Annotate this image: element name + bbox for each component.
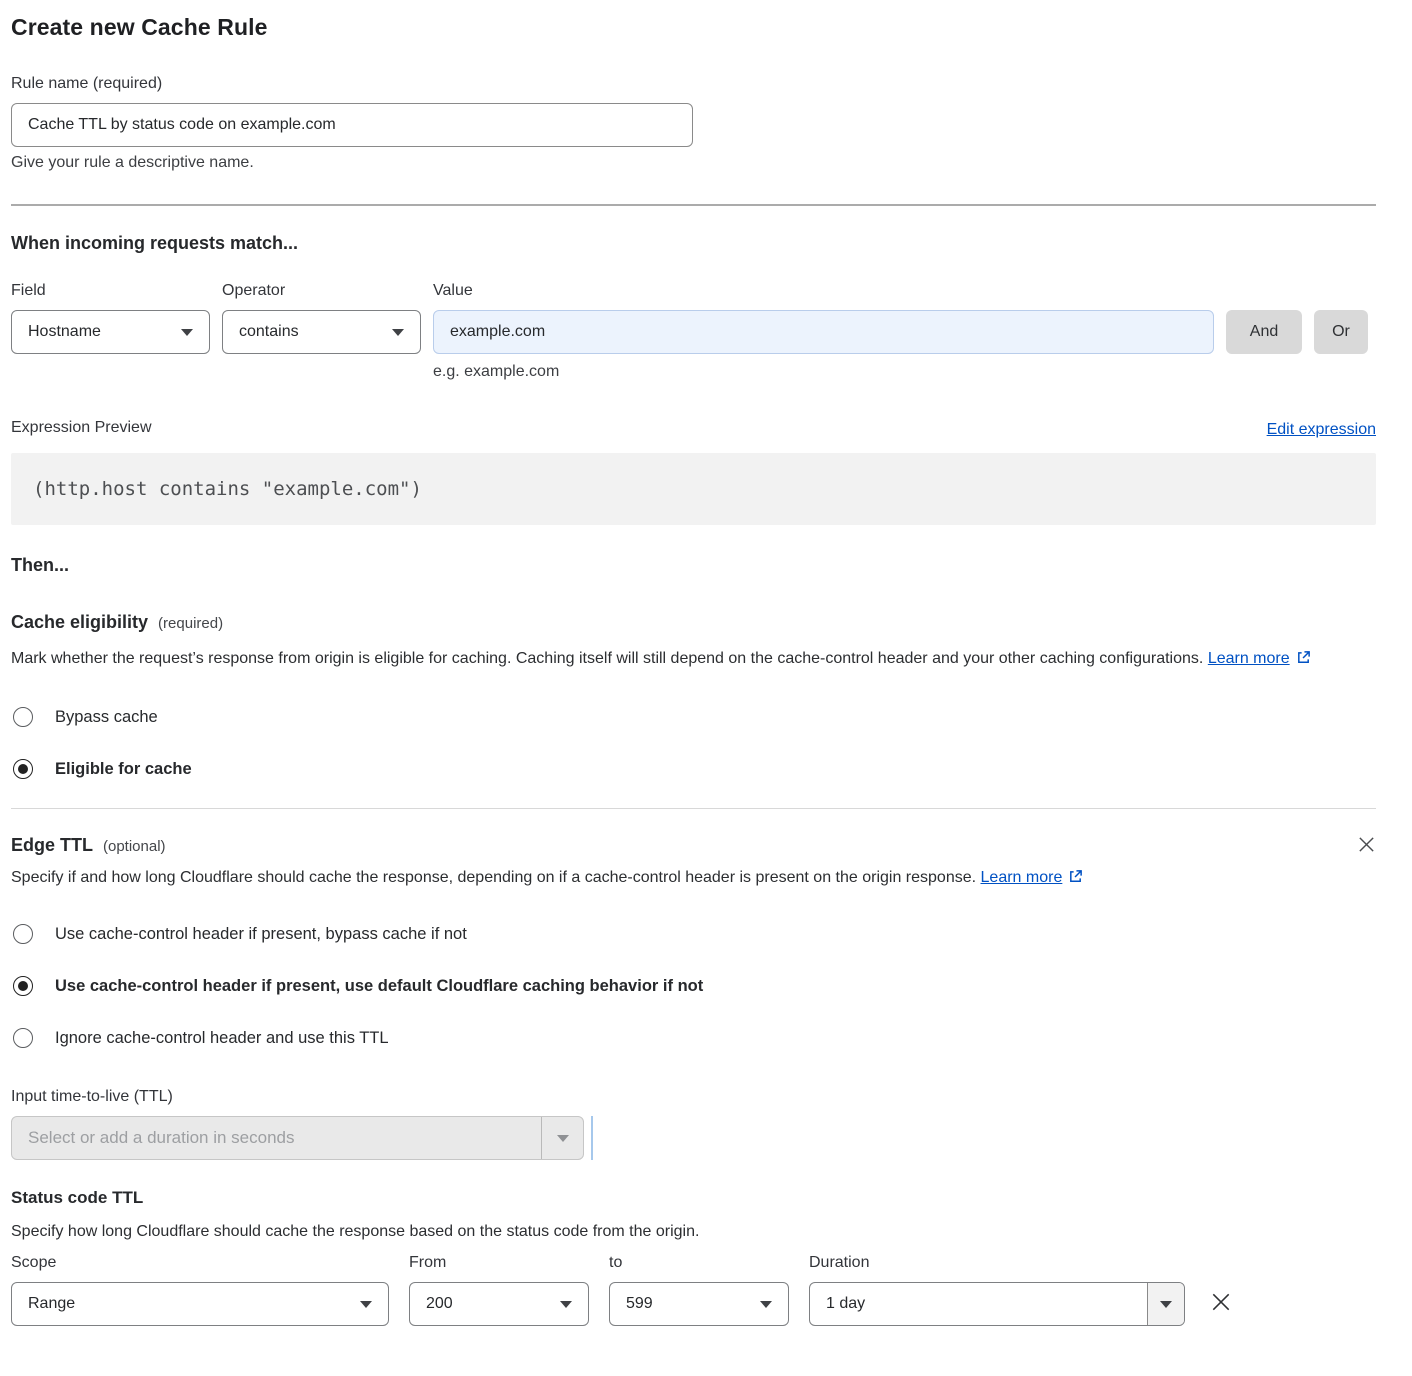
- from-select[interactable]: 200: [409, 1282, 589, 1326]
- field-select-value: Hostname: [28, 323, 101, 341]
- edge-ttl-option-bypass[interactable]: Use cache-control header if present, byp…: [11, 922, 1376, 946]
- external-link-icon: [1068, 866, 1083, 894]
- field-label: Field: [11, 280, 210, 302]
- edge-ttl-option-ignore[interactable]: Ignore cache-control header and use this…: [11, 1026, 1376, 1050]
- to-column: to 599: [609, 1252, 789, 1326]
- to-select-value: 599: [626, 1295, 653, 1313]
- expression-code: (http.host contains "example.com"): [33, 478, 422, 500]
- edge-ttl-optional-badge: (optional): [103, 838, 166, 855]
- radio-unchecked-icon[interactable]: [13, 707, 33, 727]
- edge-ttl-description-text: Specify if and how long Cloudflare shoul…: [11, 869, 976, 886]
- cache-eligibility-header: Cache eligibility (required): [11, 612, 1376, 633]
- cache-eligibility-description-text: Mark whether the request’s response from…: [11, 650, 1203, 667]
- value-input[interactable]: [433, 310, 1214, 354]
- ttl-duration-select[interactable]: Select or add a duration in seconds: [11, 1116, 584, 1160]
- and-or-buttons: And Or: [1226, 310, 1368, 354]
- duration-select[interactable]: 1 day: [809, 1282, 1185, 1326]
- edit-expression-link[interactable]: Edit expression: [1267, 421, 1376, 439]
- duration-column: Duration 1 day: [809, 1252, 1185, 1326]
- ttl-input-label: Input time-to-live (TTL): [11, 1086, 1376, 1108]
- match-heading: When incoming requests match...: [11, 233, 1376, 254]
- value-helper: e.g. example.com: [433, 363, 1214, 381]
- section-divider: [11, 808, 1376, 809]
- ttl-input-row: Select or add a duration in seconds: [11, 1108, 1376, 1160]
- scope-column: Scope Range: [11, 1252, 389, 1326]
- section-divider: [11, 204, 1376, 206]
- expression-preview-label: Expression Preview: [11, 417, 152, 439]
- ttl-duration-placeholder: Select or add a duration in seconds: [12, 1117, 541, 1159]
- field-select[interactable]: Hostname: [11, 310, 210, 354]
- field-column: Field Hostname: [11, 280, 210, 354]
- edge-ttl-option-bypass-label: Use cache-control header if present, byp…: [55, 925, 467, 944]
- chevron-down-icon: [392, 329, 404, 336]
- edge-ttl-description: Specify if and how long Cloudflare shoul…: [11, 864, 1119, 894]
- chevron-down-icon: [1147, 1283, 1184, 1325]
- edge-ttl-heading: Edge TTL: [11, 835, 93, 856]
- then-heading: Then...: [11, 555, 1376, 576]
- to-label: to: [609, 1252, 789, 1274]
- external-link-icon: [1296, 647, 1311, 675]
- operator-label: Operator: [222, 280, 421, 302]
- page-title: Create new Cache Rule: [11, 14, 1376, 41]
- cache-eligibility-description: Mark whether the request’s response from…: [11, 645, 1359, 675]
- status-code-ttl-description: Specify how long Cloudflare should cache…: [11, 1218, 1376, 1246]
- from-column: From 200: [409, 1252, 589, 1326]
- from-select-value: 200: [426, 1295, 453, 1313]
- value-label: Value: [433, 280, 1214, 302]
- value-column: Value e.g. example.com: [433, 280, 1214, 381]
- eligible-for-cache-option[interactable]: Eligible for cache: [11, 757, 1376, 781]
- cache-eligibility-heading: Cache eligibility: [11, 612, 148, 633]
- cache-eligibility-learn-more-link[interactable]: Learn more: [1208, 650, 1290, 667]
- radio-unchecked-icon[interactable]: [13, 924, 33, 944]
- rule-name-helper: Give your rule a descriptive name.: [11, 154, 1376, 172]
- edge-ttl-option-ignore-label: Ignore cache-control header and use this…: [55, 1029, 389, 1048]
- eligible-for-cache-label: Eligible for cache: [55, 760, 192, 779]
- operator-select-value: contains: [239, 323, 299, 341]
- radio-checked-icon[interactable]: [13, 976, 33, 996]
- text-caret: [591, 1116, 593, 1160]
- close-icon[interactable]: [1357, 835, 1376, 859]
- cache-eligibility-required-badge: (required): [158, 615, 223, 632]
- scope-select[interactable]: Range: [11, 1282, 389, 1326]
- expression-code-block: (http.host contains "example.com"): [11, 453, 1376, 525]
- duration-label: Duration: [809, 1252, 1185, 1274]
- chevron-down-icon: [560, 1301, 572, 1308]
- or-button[interactable]: Or: [1314, 310, 1368, 354]
- scope-select-value: Range: [28, 1295, 75, 1313]
- close-icon[interactable]: [1210, 1291, 1232, 1318]
- and-button[interactable]: And: [1226, 310, 1302, 354]
- expression-header: Expression Preview Edit expression: [11, 417, 1376, 439]
- rule-name-label: Rule name (required): [11, 73, 1376, 95]
- rule-name-input[interactable]: [11, 103, 693, 147]
- bypass-cache-option[interactable]: Bypass cache: [11, 705, 1376, 729]
- edge-ttl-option-default[interactable]: Use cache-control header if present, use…: [11, 974, 1376, 998]
- edge-ttl-option-default-label: Use cache-control header if present, use…: [55, 977, 703, 996]
- status-code-ttl-heading: Status code TTL: [11, 1188, 1376, 1208]
- status-code-ttl-row: Scope Range From 200 to 599 Duration 1 d…: [11, 1252, 1376, 1326]
- operator-column: Operator contains: [222, 280, 421, 354]
- from-label: From: [409, 1252, 589, 1274]
- operator-select[interactable]: contains: [222, 310, 421, 354]
- edge-ttl-learn-more-link[interactable]: Learn more: [981, 869, 1063, 886]
- chevron-down-icon: [181, 329, 193, 336]
- edge-ttl-header: Edge TTL (optional): [11, 835, 1376, 856]
- match-builder: Field Hostname Operator contains Value e…: [11, 280, 1376, 381]
- bypass-cache-label: Bypass cache: [55, 708, 158, 727]
- radio-checked-icon[interactable]: [13, 759, 33, 779]
- chevron-down-icon: [541, 1117, 583, 1159]
- scope-label: Scope: [11, 1252, 389, 1274]
- to-select[interactable]: 599: [609, 1282, 789, 1326]
- duration-select-value: 1 day: [810, 1283, 1147, 1325]
- radio-unchecked-icon[interactable]: [13, 1028, 33, 1048]
- chevron-down-icon: [760, 1301, 772, 1308]
- create-cache-rule-form: Create new Cache Rule Rule name (require…: [0, 0, 1412, 1350]
- chevron-down-icon: [360, 1301, 372, 1308]
